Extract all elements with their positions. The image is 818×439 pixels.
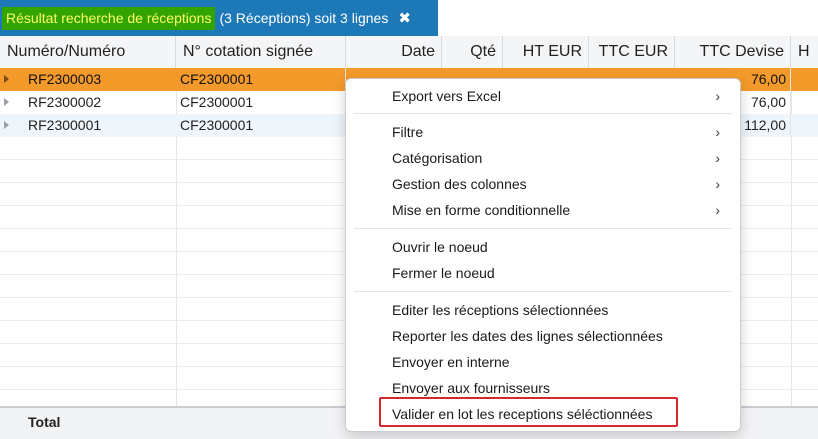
menu-item-editer-receptions[interactable]: Editer les réceptions sélectionnées <box>346 297 740 323</box>
cell-numero: RF2300003 <box>28 71 102 87</box>
menu-item-label: Valider en lot les receptions séléctionn… <box>392 406 653 422</box>
menu-item-label: Ouvrir le noeud <box>392 239 488 255</box>
expand-icon[interactable] <box>4 98 9 106</box>
chevron-right-icon: › <box>715 202 720 218</box>
menu-item-label: Envoyer en interne <box>392 354 510 370</box>
tab-title-highlight: Résultat recherche de réceptions <box>2 6 216 30</box>
tab-search-results[interactable]: Résultat recherche de réceptions (3 Réce… <box>0 0 438 36</box>
menu-item-label: Fermer le noeud <box>392 265 495 281</box>
menu-item-export-excel[interactable]: Export vers Excel › <box>346 83 740 109</box>
column-header-numero[interactable]: Numéro/Numéro <box>0 36 176 68</box>
menu-item-label: Export vers Excel <box>392 88 501 104</box>
column-header-qte[interactable]: Qté <box>442 36 503 68</box>
menu-separator <box>354 228 732 229</box>
menu-item-label: Gestion des colonnes <box>392 176 527 192</box>
menu-item-envoyer-interne[interactable]: Envoyer en interne <box>346 349 740 375</box>
menu-item-label: Mise en forme conditionnelle <box>392 202 571 218</box>
tab-bar: Résultat recherche de réceptions (3 Réce… <box>0 0 818 37</box>
menu-item-label: Editer les réceptions sélectionnées <box>392 302 609 318</box>
close-icon[interactable]: ✖ <box>398 9 411 27</box>
chevron-right-icon: › <box>715 88 720 104</box>
chevron-right-icon: › <box>715 176 720 192</box>
column-header-h[interactable]: H <box>791 36 818 68</box>
cell-numero: RF2300002 <box>28 94 102 110</box>
menu-item-label: Reporter les dates des lignes sélectionn… <box>392 328 663 344</box>
menu-item-label: Filtre <box>392 124 424 140</box>
menu-separator <box>354 291 732 292</box>
total-label: Total <box>28 414 61 430</box>
menu-item-filtre[interactable]: Filtre › <box>346 119 740 145</box>
menu-item-ouvrir-noeud[interactable]: Ouvrir le noeud <box>346 234 740 260</box>
cell-numero: RF2300001 <box>28 117 102 133</box>
column-header-ttc-eur[interactable]: TTC EUR <box>589 36 675 68</box>
expand-icon[interactable] <box>4 121 9 129</box>
menu-item-fermer-noeud[interactable]: Fermer le noeud <box>346 260 740 286</box>
cell-cotation: CF2300001 <box>176 114 346 137</box>
chevron-right-icon: › <box>715 150 720 166</box>
menu-item-label: Catégorisation <box>392 150 483 166</box>
menu-separator <box>354 113 732 114</box>
tab-title-count: (3 Réceptions) soit 3 lignes <box>219 10 389 26</box>
chevron-right-icon: › <box>715 124 720 140</box>
column-header-date[interactable]: Date <box>346 36 442 68</box>
menu-item-reporter-dates[interactable]: Reporter les dates des lignes sélectionn… <box>346 323 740 349</box>
cell-cotation: CF2300001 <box>176 68 346 91</box>
menu-item-mise-en-forme[interactable]: Mise en forme conditionnelle › <box>346 197 740 223</box>
column-header-ttc-devise[interactable]: TTC Devise <box>675 36 791 68</box>
column-header-cotation[interactable]: N° cotation signée <box>176 36 346 68</box>
cell-cotation: CF2300001 <box>176 91 346 114</box>
context-menu: Export vers Excel › Filtre › Catégorisat… <box>345 78 741 432</box>
expand-icon[interactable] <box>4 75 9 83</box>
grid-header: Numéro/Numéro N° cotation signée Date Qt… <box>0 36 818 69</box>
column-header-ht-eur[interactable]: HT EUR <box>503 36 589 68</box>
menu-item-envoyer-fournisseurs[interactable]: Envoyer aux fournisseurs <box>346 375 740 401</box>
menu-item-valider-en-lot[interactable]: Valider en lot les receptions séléctionn… <box>346 401 740 427</box>
menu-item-categorisation[interactable]: Catégorisation › <box>346 145 740 171</box>
menu-item-gestion-colonnes[interactable]: Gestion des colonnes › <box>346 171 740 197</box>
menu-item-label: Envoyer aux fournisseurs <box>392 380 550 396</box>
